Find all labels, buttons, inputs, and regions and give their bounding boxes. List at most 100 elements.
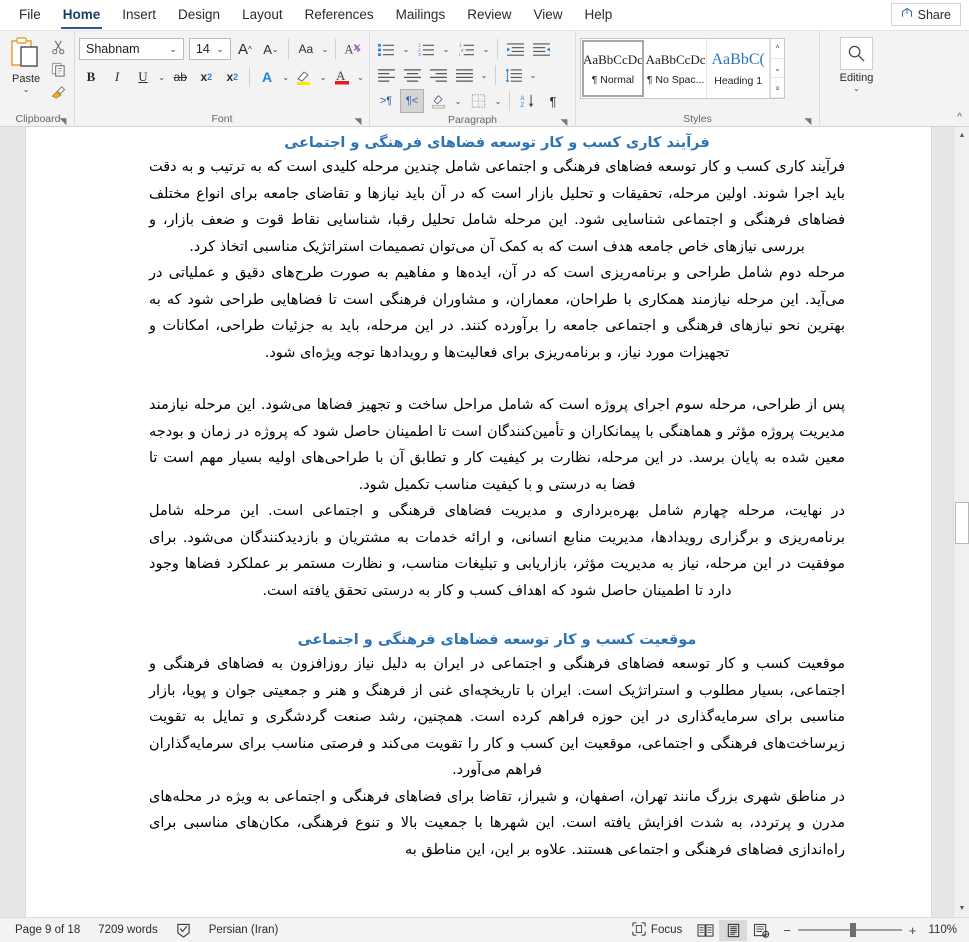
page-number-status[interactable]: Page 9 of 18 — [6, 920, 89, 941]
scrollbar-thumb[interactable] — [955, 502, 969, 544]
decrease-indent-icon[interactable] — [503, 37, 527, 61]
chevron-down-icon[interactable]: ⌄ — [318, 65, 327, 89]
tab-help[interactable]: Help — [574, 3, 624, 30]
styles-more-button[interactable]: ⌅ — [770, 78, 785, 99]
chevron-down-icon[interactable]: ⌄ — [356, 65, 365, 89]
subscript-button[interactable]: x2 — [194, 65, 218, 89]
font-size-combo[interactable]: 14 ⌄ — [188, 38, 231, 60]
change-case-button[interactable]: Aa — [294, 37, 318, 61]
underline-button[interactable]: U — [131, 65, 155, 89]
increase-indent-icon[interactable] — [529, 37, 553, 61]
styles-scroll-up-button[interactable]: ^ — [770, 39, 785, 59]
zoom-out-button[interactable]: − — [783, 923, 791, 938]
chevron-down-icon[interactable]: ⌄ — [853, 85, 860, 93]
tab-layout[interactable]: Layout — [231, 3, 294, 30]
collapse-ribbon-button[interactable]: ^ — [957, 112, 962, 123]
chevron-down-icon[interactable]: ⌄ — [400, 37, 412, 61]
chevron-down-icon[interactable]: ⌄ — [452, 89, 464, 113]
tab-design[interactable]: Design — [167, 3, 231, 30]
zoom-track[interactable] — [797, 923, 902, 937]
vertical-scrollbar[interactable]: ✕ ▲ ▼ — [953, 127, 969, 917]
scissors-icon[interactable] — [48, 38, 68, 57]
chevron-down-icon[interactable]: ⌄ — [440, 37, 452, 61]
strikethrough-button[interactable]: ab — [168, 65, 192, 89]
group-label-text: Font — [211, 113, 233, 125]
line-spacing-icon[interactable] — [501, 63, 525, 87]
bold-button[interactable]: B — [79, 65, 103, 89]
scroll-down-button[interactable]: ▼ — [954, 900, 969, 917]
zoom-in-button[interactable]: + — [909, 923, 917, 938]
document-paragraph: در مناطق شهری بزرگ مانند تهران، اصفهان، … — [149, 788, 845, 858]
editing-button[interactable]: Editing ⌄ — [824, 37, 889, 112]
grow-font-button[interactable]: A ^ — [233, 37, 257, 61]
multilevel-list-icon[interactable]: 1ai — [454, 37, 478, 61]
tab-review[interactable]: Review — [456, 3, 522, 30]
tab-references[interactable]: References — [294, 3, 385, 30]
status-bar: Page 9 of 18 7209 words Persian (Iran) F… — [0, 917, 969, 942]
text-highlight-button[interactable] — [292, 65, 316, 89]
tab-view[interactable]: View — [522, 3, 573, 30]
tab-file[interactable]: File — [8, 3, 52, 30]
paragraph-dialog-launcher[interactable]: ◥ — [559, 117, 569, 127]
styles-scroll-down-button[interactable]: ⌄ — [770, 59, 785, 79]
tab-mailings[interactable]: Mailings — [385, 3, 457, 30]
superscript-button[interactable]: x2 — [220, 65, 244, 89]
print-layout-button[interactable] — [719, 919, 748, 941]
clipboard-dialog-launcher[interactable]: ◥ — [58, 116, 68, 126]
document-page[interactable]: فرآیند کاری کسب و کار توسعه فضاهای فرهنگ… — [25, 127, 932, 917]
styles-dialog-launcher[interactable]: ◥ — [803, 116, 813, 126]
sort-icon[interactable]: AZ — [515, 89, 539, 113]
zoom-thumb[interactable] — [849, 923, 856, 937]
chevron-down-icon[interactable]: ⌄ — [157, 65, 166, 89]
proofing-errors-icon[interactable] — [167, 920, 200, 941]
chevron-down-icon[interactable]: ⌄ — [478, 63, 490, 87]
editing-group-label — [824, 112, 889, 127]
justify-icon[interactable] — [452, 63, 476, 87]
numbered-list-icon[interactable]: 123 — [414, 37, 438, 61]
ltr-text-direction-button[interactable]: >¶ — [374, 89, 398, 113]
tab-label: Review — [467, 7, 512, 22]
language-status[interactable]: Persian (Iran) — [200, 920, 288, 941]
font-color-button[interactable]: A — [330, 65, 354, 89]
align-right-icon[interactable] — [426, 63, 450, 87]
focus-mode-button[interactable]: Focus — [623, 920, 691, 941]
font-dialog-launcher[interactable]: ◥ — [353, 116, 363, 126]
web-layout-button[interactable] — [747, 920, 775, 941]
style-item-normal[interactable]: AaBbCcDc ¶ Normal — [582, 40, 644, 97]
align-center-icon[interactable] — [400, 63, 424, 87]
shrink-font-button[interactable]: A ⌄ — [259, 37, 283, 61]
word-count-status[interactable]: 7209 words — [89, 920, 166, 941]
zoom-slider[interactable]: − + — [775, 923, 924, 938]
align-left-icon[interactable] — [374, 63, 398, 87]
font-name-combo[interactable]: Shabnam ⌄ — [79, 38, 184, 60]
zoom-level-button[interactable]: 110% — [924, 924, 963, 936]
paste-button[interactable]: Paste ⌄ — [6, 36, 46, 94]
style-item-heading1[interactable]: AaBbC( Heading 1 — [707, 39, 770, 98]
copy-icon[interactable] — [48, 60, 68, 79]
borders-icon[interactable] — [466, 89, 490, 113]
chevron-down-icon[interactable]: ⌄ — [281, 65, 290, 89]
scrollbar-track[interactable] — [954, 144, 969, 900]
chevron-down-icon[interactable]: ⌄ — [492, 89, 504, 113]
text-effects-button[interactable]: A — [255, 65, 279, 89]
bullet-list-icon[interactable] — [374, 37, 398, 61]
show-formatting-marks-button[interactable]: ¶ — [541, 89, 565, 113]
font-group-label: Font ◥ — [79, 112, 365, 127]
italic-button[interactable]: I — [105, 65, 129, 89]
tab-home[interactable]: Home — [52, 3, 112, 30]
paste-label: Paste — [12, 73, 41, 85]
clear-formatting-button[interactable]: A — [341, 37, 365, 61]
chevron-down-icon[interactable]: ⌄ — [23, 86, 30, 94]
chevron-down-icon[interactable]: ⌄ — [527, 63, 539, 87]
scroll-up-button[interactable]: ▲ — [954, 127, 969, 144]
shading-icon[interactable] — [426, 89, 450, 113]
rtl-text-direction-button[interactable]: ¶< — [400, 89, 424, 113]
style-item-no-spacing[interactable]: AaBbCcDc ¶ No Spac... — [645, 39, 708, 98]
read-mode-button[interactable] — [691, 920, 719, 941]
font-name-value: Shabnam — [86, 42, 140, 56]
share-button[interactable]: Share — [890, 3, 961, 26]
tab-insert[interactable]: Insert — [111, 3, 167, 30]
format-painter-icon[interactable] — [48, 82, 68, 101]
chevron-down-icon[interactable]: ⌄ — [320, 37, 330, 61]
chevron-down-icon[interactable]: ⌄ — [480, 37, 492, 61]
